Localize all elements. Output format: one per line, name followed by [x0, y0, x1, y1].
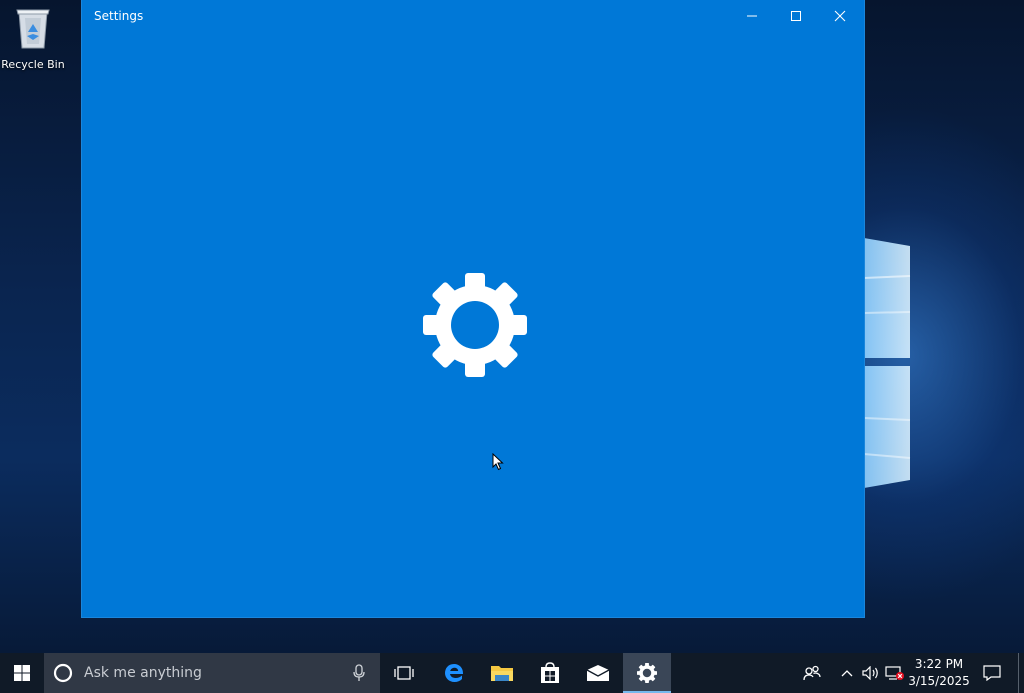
desktop: Recycle Bin Settings: [0, 0, 1024, 653]
action-center-button[interactable]: [976, 653, 1008, 693]
store-icon: [541, 662, 559, 683]
task-view-button[interactable]: [380, 653, 428, 693]
show-hidden-icons-button[interactable]: [836, 653, 858, 693]
network-disconnected-icon: [885, 666, 904, 680]
folder-icon: [491, 666, 513, 681]
mouse-cursor: [492, 453, 504, 471]
taskbar: Ask me anything 3:22 PM 3/15/2025: [0, 653, 1024, 693]
microphone-icon[interactable]: [352, 664, 366, 682]
minimize-button[interactable]: [730, 0, 774, 32]
edge-icon: [445, 664, 464, 682]
mail-icon: [586, 665, 610, 681]
taskbar-settings-button[interactable]: [623, 653, 671, 693]
task-view-icon: [394, 666, 414, 680]
cortana-icon: [53, 663, 73, 683]
windows-logo-wallpaper: [863, 238, 911, 488]
search-placeholder: Ask me anything: [84, 665, 202, 681]
maximize-button[interactable]: [774, 0, 818, 32]
clock-date: 3/15/2025: [908, 674, 970, 688]
taskbar-file-explorer-button[interactable]: [478, 653, 526, 693]
gear-icon: [637, 663, 657, 683]
settings-window[interactable]: Settings: [82, 0, 864, 617]
network-button[interactable]: [884, 653, 906, 693]
splash-gear-icon: [423, 273, 527, 377]
desktop-icon-recycle-bin[interactable]: Recycle Bin: [0, 4, 66, 74]
recycle-bin-label: Recycle Bin: [1, 58, 65, 71]
clock-time: 3:22 PM: [914, 657, 964, 671]
close-icon: [834, 10, 846, 22]
volume-icon: [862, 666, 878, 680]
minimize-icon: [747, 15, 757, 17]
title-bar[interactable]: Settings: [82, 0, 864, 32]
show-desktop-button[interactable]: [1018, 653, 1024, 693]
recycle-bin-icon: [16, 9, 50, 49]
maximize-icon: [791, 11, 801, 21]
volume-button[interactable]: [860, 653, 882, 693]
close-button[interactable]: [818, 0, 862, 32]
people-icon: [803, 665, 821, 681]
taskbar-mail-button[interactable]: [574, 653, 622, 693]
notification-icon: [983, 665, 1001, 681]
taskbar-edge-button[interactable]: [430, 653, 478, 693]
chevron-up-icon: [841, 670, 853, 677]
taskbar-store-button[interactable]: [526, 653, 574, 693]
taskbar-clock[interactable]: 3:22 PM 3/15/2025: [906, 656, 972, 692]
search-box[interactable]: Ask me anything: [44, 653, 380, 693]
people-button[interactable]: [796, 653, 828, 693]
window-title: Settings: [94, 9, 144, 23]
start-button[interactable]: [0, 653, 44, 693]
windows-logo-icon: [14, 665, 30, 681]
